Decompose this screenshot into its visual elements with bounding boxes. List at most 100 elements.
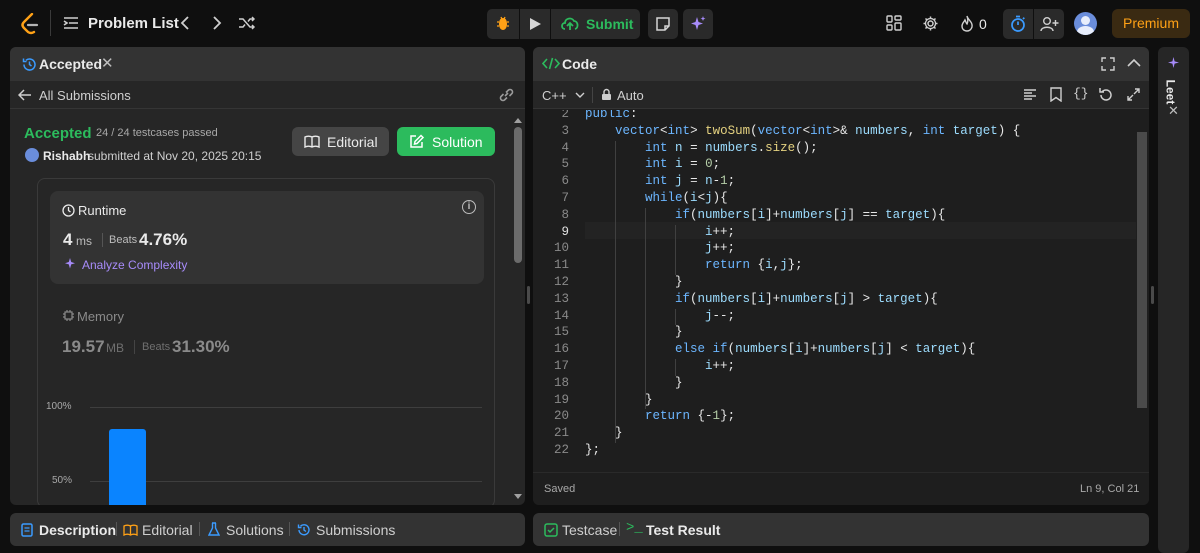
notes-button[interactable] [648, 9, 678, 39]
code-line[interactable]: } [585, 275, 683, 289]
code-line[interactable]: } [585, 325, 683, 339]
runtime-unit: ms [76, 234, 92, 248]
scrollbar[interactable] [513, 116, 523, 505]
code-line[interactable]: } [585, 426, 623, 440]
checkbox-icon [544, 523, 558, 537]
problem-list-link[interactable]: Problem List [88, 15, 179, 32]
language-select[interactable]: C++ [542, 88, 567, 103]
code-line[interactable]: } [585, 393, 653, 407]
code-line[interactable]: return {i,j}; [585, 258, 803, 272]
code-line[interactable]: int n = numbers.size(); [585, 141, 818, 155]
cursor-position: Ln 9, Col 21 [1080, 483, 1140, 495]
line-number: 3 [561, 123, 569, 138]
ai-sparkle-button[interactable] [683, 9, 713, 39]
code-icon [542, 57, 560, 70]
code-line[interactable]: int j = n-1; [585, 174, 735, 188]
scroll-thumb[interactable] [514, 127, 522, 263]
solution-label: Solution [432, 134, 483, 150]
avatar[interactable] [25, 148, 39, 162]
divider [199, 522, 200, 536]
top-bar: Problem List Submit 0 Premium [0, 0, 1200, 46]
format-icon[interactable] [1023, 88, 1037, 101]
solution-button[interactable]: Solution [397, 127, 495, 156]
divider [102, 233, 103, 247]
beats-label: Beats [142, 341, 171, 353]
run-button[interactable] [520, 9, 550, 39]
line-number: 14 [553, 308, 569, 323]
analyze-complexity-link[interactable]: Analyze Complexity [82, 258, 187, 272]
premium-button[interactable]: Premium [1112, 9, 1190, 38]
gear-icon[interactable] [921, 14, 939, 32]
chevron-right-icon[interactable] [208, 14, 226, 32]
tab-test-result[interactable]: Test Result [646, 522, 720, 538]
arrow-left-icon[interactable] [18, 89, 32, 101]
tab-solutions[interactable]: Solutions [226, 522, 284, 538]
braces-icon[interactable]: {} [1073, 86, 1089, 101]
document-icon [21, 523, 33, 537]
share-link-icon[interactable] [498, 87, 515, 103]
tab-submissions[interactable]: Submissions [316, 522, 395, 538]
scroll-down-icon[interactable] [513, 493, 523, 501]
scroll-up-icon[interactable] [513, 116, 523, 124]
editorial-button[interactable]: Editorial [292, 127, 389, 156]
tab-accepted[interactable]: Accepted [39, 56, 102, 72]
avatar[interactable] [1074, 12, 1097, 35]
layout-icon[interactable] [885, 14, 903, 32]
info-icon[interactable]: i [462, 200, 476, 214]
shuffle-icon[interactable] [237, 14, 257, 32]
tab-editorial[interactable]: Editorial [142, 522, 193, 538]
leetcode-logo[interactable] [20, 12, 40, 35]
code-line[interactable]: j++; [585, 241, 735, 255]
line-number: 17 [553, 359, 569, 373]
code-line[interactable]: return {-1}; [585, 409, 735, 423]
close-icon[interactable]: ✕ [101, 54, 114, 72]
code-line[interactable]: }; [585, 443, 600, 457]
username[interactable]: Rishabh [43, 149, 90, 163]
debug-button[interactable] [487, 9, 519, 39]
tab-testcase[interactable]: Testcase [562, 522, 617, 538]
add-friend-button[interactable] [1034, 9, 1064, 39]
code-line[interactable]: i++; [585, 359, 735, 373]
code-line[interactable]: } [585, 376, 683, 390]
chevron-left-icon[interactable] [176, 14, 194, 32]
runtime-card[interactable]: Runtime i 4 ms Beats 4.76% Analyze Compl… [50, 191, 484, 284]
editor-scrollbar[interactable] [1137, 110, 1147, 470]
bookmark-icon[interactable] [1050, 87, 1062, 102]
expand-icon[interactable] [1127, 88, 1140, 101]
line-number: 8 [561, 207, 569, 222]
list-icon[interactable] [62, 14, 80, 32]
sparkle-icon [1168, 57, 1179, 68]
code-line[interactable]: vector<int> twoSum(vector<int>& numbers,… [585, 124, 1020, 138]
tab-description[interactable]: Description [39, 522, 116, 538]
divider [592, 87, 593, 103]
all-submissions-link[interactable]: All Submissions [39, 88, 131, 103]
code-line[interactable]: int i = 0; [585, 157, 720, 171]
divider [619, 522, 620, 536]
reset-icon[interactable] [1099, 87, 1113, 101]
split-handle[interactable] [527, 286, 530, 304]
close-icon[interactable]: ✕ [1168, 103, 1179, 119]
timer-button[interactable] [1003, 9, 1033, 39]
code-line[interactable]: if(numbers[i]+numbers[j] == target){ [585, 208, 945, 222]
submit-button[interactable]: Submit [551, 9, 640, 39]
line-number: 19 [553, 392, 569, 407]
memory-beats: 31.30% [172, 337, 230, 356]
mode-label: Auto [617, 88, 644, 103]
chevron-up-icon[interactable] [1127, 58, 1141, 68]
submit-label: Submit [586, 16, 634, 32]
code-line[interactable]: i++; [585, 225, 735, 239]
editor-status-bar: Saved Ln 9, Col 21 [533, 472, 1149, 505]
code-line[interactable]: else if(numbers[i]+numbers[j] < target){ [585, 342, 975, 356]
code-line[interactable]: while(i<j){ [585, 191, 728, 205]
maximize-icon[interactable] [1101, 57, 1115, 71]
fire-icon[interactable] [958, 14, 976, 32]
code-line[interactable]: public: [585, 110, 638, 121]
editor-scroll-thumb[interactable] [1137, 132, 1147, 408]
code-line[interactable]: j--; [585, 309, 735, 323]
chart-bar[interactable] [109, 429, 146, 505]
split-handle[interactable] [1151, 286, 1154, 304]
code-editor[interactable]: 2 public: 3 vector<int> twoSum(vector<int>… [533, 110, 1149, 472]
divider [50, 10, 51, 36]
code-line[interactable]: if(numbers[i]+numbers[j] > target){ [585, 292, 938, 306]
chevron-down-icon[interactable] [575, 92, 585, 99]
